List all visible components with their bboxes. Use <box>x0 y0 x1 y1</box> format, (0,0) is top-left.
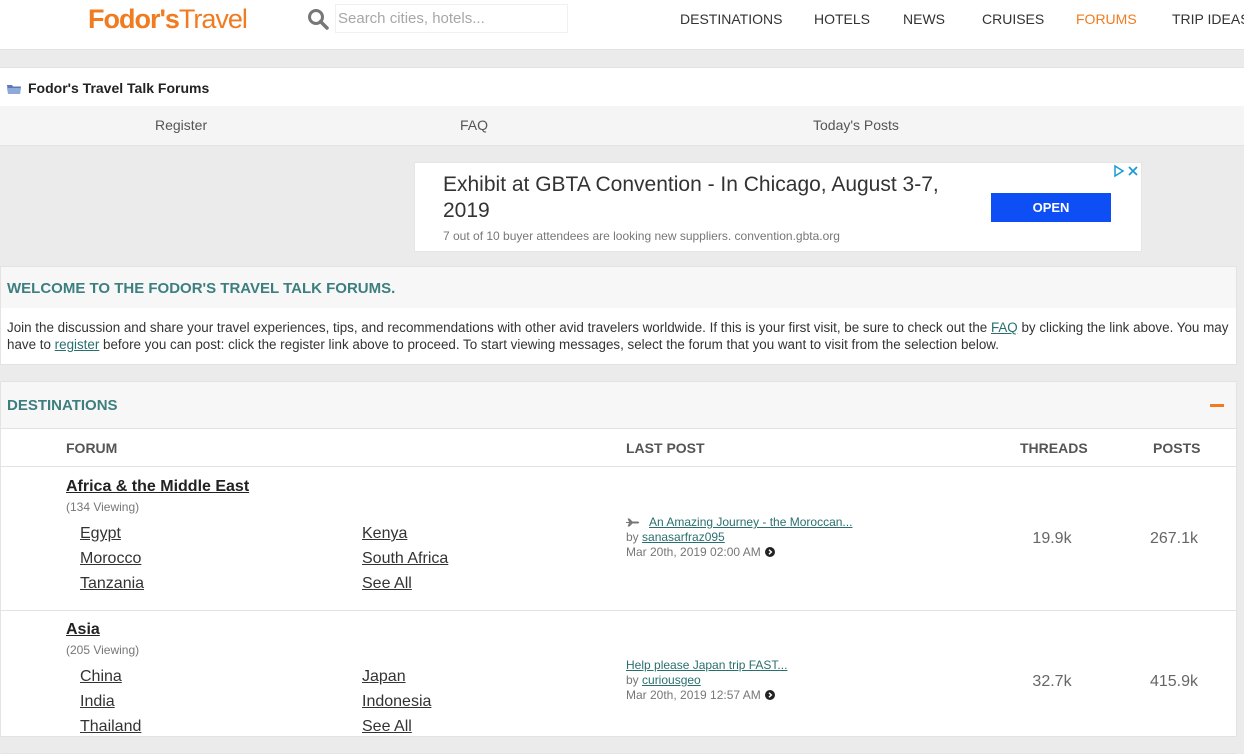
ad-choices-icon[interactable] <box>1111 163 1141 179</box>
last-post-title-link[interactable]: Help please Japan trip FAST... <box>626 658 787 672</box>
nav-cruises[interactable]: CRUISES <box>982 11 1044 27</box>
welcome-text: Join the discussion and share your trave… <box>7 319 1232 353</box>
posts-count: 267.1k <box>1149 530 1199 547</box>
column-last-post: LAST POST <box>626 440 705 456</box>
see-all-link[interactable]: See All <box>362 575 412 593</box>
welcome-header: WELCOME TO THE FODOR'S TRAVEL TALK FORUM… <box>0 266 1237 309</box>
airplane-icon <box>626 518 640 527</box>
welcome-register-link[interactable]: register <box>55 337 100 352</box>
logo-bold-text: Fodor's <box>88 4 180 34</box>
subforum-link[interactable]: Kenya <box>362 525 407 543</box>
last-post-date-text: Mar 20th, 2019 12:57 AM <box>626 688 761 702</box>
ad-title[interactable]: Exhibit at GBTA Convention - In Chicago,… <box>443 172 943 224</box>
nav-trip-ideas[interactable]: TRIP IDEAS <box>1172 11 1244 27</box>
destinations-section: DESTINATIONS FORUM LAST POST THREADS POS… <box>0 381 1237 754</box>
nav-destinations[interactable]: DESTINATIONS <box>680 11 782 27</box>
nav-hotels[interactable]: HOTELS <box>814 11 870 27</box>
collapse-icon[interactable] <box>1210 404 1224 407</box>
search-icon[interactable] <box>307 8 329 30</box>
last-post-user-link[interactable]: sanasarfraz095 <box>642 530 725 544</box>
breadcrumb-title[interactable]: Fodor's Travel Talk Forums <box>28 80 209 96</box>
top-navigation-bar: Fodor'sTravel DESTINATIONS HOTELS NEWS C… <box>0 0 1244 50</box>
advertisement-banner[interactable]: Exhibit at GBTA Convention - In Chicago,… <box>414 162 1142 252</box>
last-post-date: Mar 20th, 2019 12:57 AM <box>626 688 775 702</box>
last-post-by-label: by <box>626 673 643 687</box>
column-threads: THREADS <box>1020 440 1088 456</box>
todays-posts-link[interactable]: Today's Posts <box>813 117 899 133</box>
destinations-title: DESTINATIONS <box>7 397 118 414</box>
subforum-link[interactable]: India <box>80 693 115 711</box>
forum-title[interactable]: Asia <box>66 621 100 639</box>
forum-row: Africa & the Middle East (134 Viewing) E… <box>1 468 1236 611</box>
register-link[interactable]: Register <box>155 117 207 133</box>
forum-row: Asia (205 Viewing) China Japan India Ind… <box>1 611 1236 754</box>
last-post-date-text: Mar 20th, 2019 02:00 AM <box>626 545 761 559</box>
subforum-link[interactable]: Tanzania <box>80 575 144 593</box>
last-post-user-link[interactable]: curiousgeo <box>642 673 701 687</box>
last-post-author: by sanasarfraz095 <box>626 530 725 544</box>
column-posts: POSTS <box>1153 440 1201 456</box>
faq-link[interactable]: FAQ <box>460 117 488 133</box>
nav-forums[interactable]: FORUMS <box>1076 11 1137 27</box>
last-post-title-link[interactable]: An Amazing Journey - the Moroccan... <box>649 515 852 529</box>
forum-home-icon[interactable] <box>6 82 22 95</box>
destinations-header: DESTINATIONS <box>1 382 1236 429</box>
welcome-faq-link[interactable]: FAQ <box>991 320 1018 335</box>
nav-news[interactable]: NEWS <box>903 11 945 27</box>
welcome-body: Join the discussion and share your trave… <box>0 308 1237 365</box>
breadcrumb: Fodor's Travel Talk Forums <box>0 67 1244 107</box>
fodors-travel-logo[interactable]: Fodor'sTravel <box>88 4 248 35</box>
welcome-text-part-1: Join the discussion and share your trave… <box>7 320 991 335</box>
subforum-link[interactable]: China <box>80 668 122 686</box>
logo-rest-text: Travel <box>178 4 248 34</box>
welcome-title: WELCOME TO THE FODOR'S TRAVEL TALK FORUM… <box>7 280 396 297</box>
threads-count: 19.9k <box>1032 530 1072 547</box>
subforum-link[interactable]: Morocco <box>80 550 141 568</box>
subforum-link[interactable]: South Africa <box>362 550 448 568</box>
subforum-link[interactable]: Japan <box>362 668 406 686</box>
go-to-post-icon[interactable] <box>764 547 775 557</box>
last-post-author: by curiousgeo <box>626 673 701 687</box>
subforum-link[interactable]: Indonesia <box>362 693 431 711</box>
last-post-by-label: by <box>626 530 643 544</box>
column-headers: FORUM LAST POST THREADS POSTS <box>1 429 1236 467</box>
last-post-date: Mar 20th, 2019 02:00 AM <box>626 545 775 559</box>
forum-title[interactable]: Africa & the Middle East <box>66 478 249 496</box>
threads-count: 32.7k <box>1032 673 1072 690</box>
ad-open-button[interactable]: OPEN <box>991 193 1111 222</box>
viewing-count: (134 Viewing) <box>66 500 140 514</box>
see-all-link[interactable]: See All <box>362 718 412 736</box>
subforum-link[interactable]: Egypt <box>80 525 121 543</box>
search-input[interactable] <box>335 4 568 33</box>
column-forum: FORUM <box>66 440 118 456</box>
forum-subnav: Register FAQ Today's Posts <box>0 106 1244 146</box>
ad-subtitle: 7 out of 10 buyer attendees are looking … <box>443 229 840 243</box>
welcome-text-part-3: before you can post: click the register … <box>99 337 999 352</box>
posts-count: 415.9k <box>1149 673 1199 690</box>
viewing-count: (205 Viewing) <box>66 643 140 657</box>
subforum-link[interactable]: Thailand <box>80 718 141 736</box>
go-to-post-icon[interactable] <box>764 690 775 700</box>
